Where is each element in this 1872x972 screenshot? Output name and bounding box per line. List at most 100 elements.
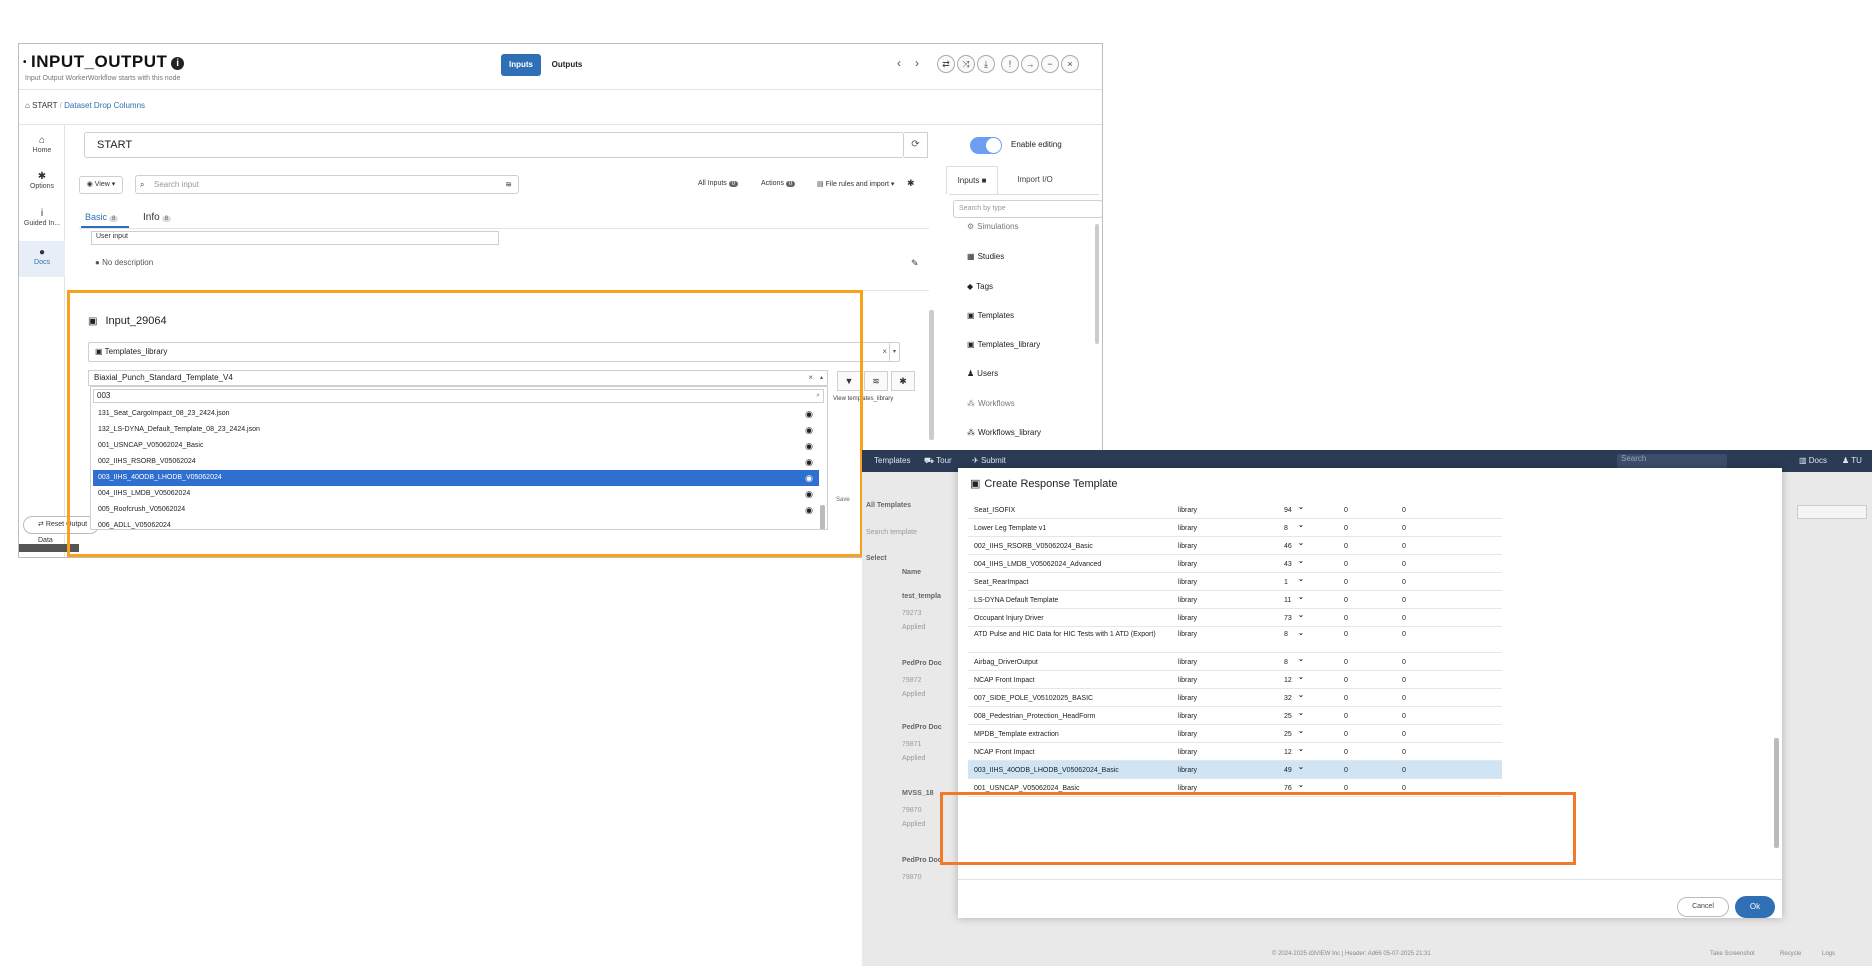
list-item-workflows-library[interactable]: ⁂ Workflows_library: [967, 428, 1041, 437]
take-screenshot-link[interactable]: Take Screenshot: [1710, 951, 1755, 957]
chevron-down-icon[interactable]: ⌄: [1298, 503, 1304, 511]
chevron-down-icon[interactable]: ▾: [889, 343, 899, 361]
table-row[interactable]: ATD Pulse and HIC Data for HIC Tests wit…: [968, 627, 1502, 653]
table-row[interactable]: Seat_RearImpact library 1 0 0 ⌄: [968, 573, 1502, 591]
start-field[interactable]: START: [84, 132, 904, 158]
chevron-down-icon[interactable]: ⌄: [1298, 655, 1304, 663]
table-row[interactable]: Lower Leg Template v1 library 8 0 0 ⌄: [968, 519, 1502, 537]
tab-basic[interactable]: Basic 8: [85, 212, 119, 222]
node-subtitle: Input Output WorkerWorkflow starts with …: [25, 75, 181, 82]
pagination[interactable]: [1797, 505, 1867, 519]
bg-row-name: MVSS_18: [902, 790, 934, 797]
sidebar-item-guided[interactable]: ⅰ Guided In...: [19, 208, 65, 227]
close-icon[interactable]: ×: [1061, 55, 1079, 73]
info-icon[interactable]: i: [171, 57, 185, 70]
chevron-down-icon[interactable]: ⌄: [1298, 727, 1304, 735]
sidebar-item-options[interactable]: ✱ Options: [19, 171, 65, 190]
search-input[interactable]: ⌕ Search input ≋: [135, 175, 519, 194]
enable-editing-toggle[interactable]: [970, 137, 1002, 154]
chevron-down-icon[interactable]: ⌄: [1298, 557, 1304, 565]
chevron-down-icon[interactable]: ⌄: [1298, 781, 1304, 789]
chevron-down-icon[interactable]: ⌄: [1298, 521, 1304, 529]
type-search-input[interactable]: Search by type: [953, 200, 1102, 218]
nav-item-templates[interactable]: Templates: [874, 456, 910, 465]
clear-icon[interactable]: ×: [882, 343, 887, 361]
chevron-down-icon[interactable]: ⌄: [1298, 611, 1304, 619]
table-row[interactable]: NCAP Front Impact library 12 0 0 ⌄: [968, 743, 1502, 761]
prev-arrow-icon[interactable]: ‹: [897, 56, 901, 70]
tag-icon: ◆: [967, 282, 974, 291]
list-item-templates-library[interactable]: ▣ Templates_library: [967, 340, 1040, 349]
cancel-button[interactable]: Cancel: [1677, 897, 1729, 917]
table-row[interactable]: 008_Pedestrian_Protection_HeadForm librar…: [968, 707, 1502, 725]
nav-search-input[interactable]: Search: [1617, 454, 1727, 468]
scrollbar[interactable]: [1774, 738, 1779, 848]
recycle-link[interactable]: Recycle: [1780, 951, 1801, 957]
all-inputs-button[interactable]: All Inputs 0: [698, 180, 739, 187]
table-row[interactable]: Occupant Injury Driver library 73 0 0 ⌄: [968, 609, 1502, 627]
forward-icon[interactable]: →: [1021, 55, 1039, 73]
list-item-templates[interactable]: ▣ Templates: [967, 311, 1014, 320]
tab-inputs[interactable]: Inputs ■: [946, 166, 998, 194]
view-dropdown[interactable]: ◉ View ▾: [79, 176, 123, 194]
table-row[interactable]: NCAP Front Impact library 12 0 0 ⌄: [968, 671, 1502, 689]
scrollbar[interactable]: [929, 310, 934, 440]
settings-gear-icon[interactable]: ✱: [907, 178, 915, 189]
chevron-down-icon[interactable]: ⌄: [1298, 539, 1304, 547]
alert-icon[interactable]: !: [1001, 55, 1019, 73]
list-item-studies[interactable]: ▦ Studies: [967, 252, 1004, 261]
table-row[interactable]: 003_IIHS_40ODB_LHODB_V05062024_Basic libr…: [968, 761, 1502, 779]
download-icon[interactable]: ⤓: [977, 55, 995, 73]
edit-icon[interactable]: ✎: [911, 258, 919, 269]
shuffle-icon[interactable]: ⤨: [957, 55, 975, 73]
chevron-down-icon[interactable]: ⌄: [1298, 691, 1304, 699]
list-item-tags[interactable]: ◆ Tags: [967, 282, 993, 291]
table-row[interactable]: MPDB_Template extraction library 25 0 0 ⌄: [968, 725, 1502, 743]
nav-docs[interactable]: ▥ Docs: [1799, 456, 1827, 465]
sidebar-item-home[interactable]: ⌂ Home: [19, 135, 65, 154]
filter-icon[interactable]: ≋: [505, 176, 512, 193]
template-type-cell: library: [1178, 631, 1198, 638]
breadcrumb-link[interactable]: Dataset Drop Columns: [64, 101, 145, 110]
table-row[interactable]: Airbag_DriverOutput library 8 0 0 ⌄: [968, 653, 1502, 671]
nav-item-tour[interactable]: ⛟ Tour: [924, 456, 952, 466]
chevron-down-icon[interactable]: ⌄: [1298, 575, 1304, 583]
file-rules-button[interactable]: ▤ File rules and import ▾: [817, 180, 894, 188]
minimize-icon[interactable]: −: [1041, 55, 1059, 73]
next-arrow-icon[interactable]: ›: [915, 56, 919, 70]
logs-link[interactable]: Logs: [1822, 951, 1835, 957]
user-input-field[interactable]: User input: [91, 231, 499, 245]
chevron-down-icon[interactable]: ⌄: [1298, 763, 1304, 771]
table-row[interactable]: 002_IIHS_RSORB_V05062024_Basic library 46 0…: [968, 537, 1502, 555]
chevron-down-icon[interactable]: ⌄: [1298, 629, 1304, 637]
table-row[interactable]: 004_IIHS_LMDB_V05062024_Advanced library 4…: [968, 555, 1502, 573]
list-item-users[interactable]: ♟ Users: [967, 369, 998, 378]
list-item-simulations[interactable]: ⚙ Simulations: [967, 222, 1019, 231]
nav-user[interactable]: ♟ TU: [1842, 456, 1862, 465]
table-row[interactable]: LS-DYNA Default Template library 11 0 0 ⌄: [968, 591, 1502, 609]
actions-button[interactable]: Actions 0: [761, 180, 796, 187]
tab-import-io[interactable]: Import I/O: [1005, 166, 1065, 194]
sidebar-item-docs[interactable]: ● Docs: [19, 241, 65, 277]
chevron-down-icon[interactable]: ⌄: [1298, 673, 1304, 681]
ok-button[interactable]: Ok: [1735, 896, 1775, 918]
scrollbar[interactable]: [1095, 224, 1099, 344]
refresh-icon[interactable]: ⟳: [904, 132, 928, 158]
tab-info[interactable]: Info 8: [143, 212, 172, 223]
nav-item-submit[interactable]: ✈ Submit: [972, 456, 1006, 465]
outputs-button[interactable]: Outputs: [547, 54, 587, 76]
breadcrumb-start[interactable]: START: [32, 101, 57, 110]
chevron-down-icon[interactable]: ⌄: [1298, 745, 1304, 753]
all-templates-tab[interactable]: All Templates: [866, 502, 911, 509]
chevron-down-icon[interactable]: ⌄: [1298, 709, 1304, 717]
table-row[interactable]: Seat_ISOFIX library 94 0 0 ⌄: [968, 501, 1502, 519]
gear-icon[interactable]: ✱: [891, 371, 915, 391]
settings-sliders-icon[interactable]: ≋: [864, 371, 888, 391]
chevron-down-icon[interactable]: ⌄: [1298, 593, 1304, 601]
table-row[interactable]: 007_SIDE_POLE_V05102025_BASIC library 32 0 0…: [968, 689, 1502, 707]
swap-icon[interactable]: ⇄: [937, 55, 955, 73]
inputs-button[interactable]: Inputs: [501, 54, 541, 76]
template-search[interactable]: Search template: [866, 529, 917, 536]
home-icon[interactable]: ⌂: [25, 101, 30, 110]
list-item-workflows[interactable]: ⁂ Workflows: [967, 399, 1015, 408]
